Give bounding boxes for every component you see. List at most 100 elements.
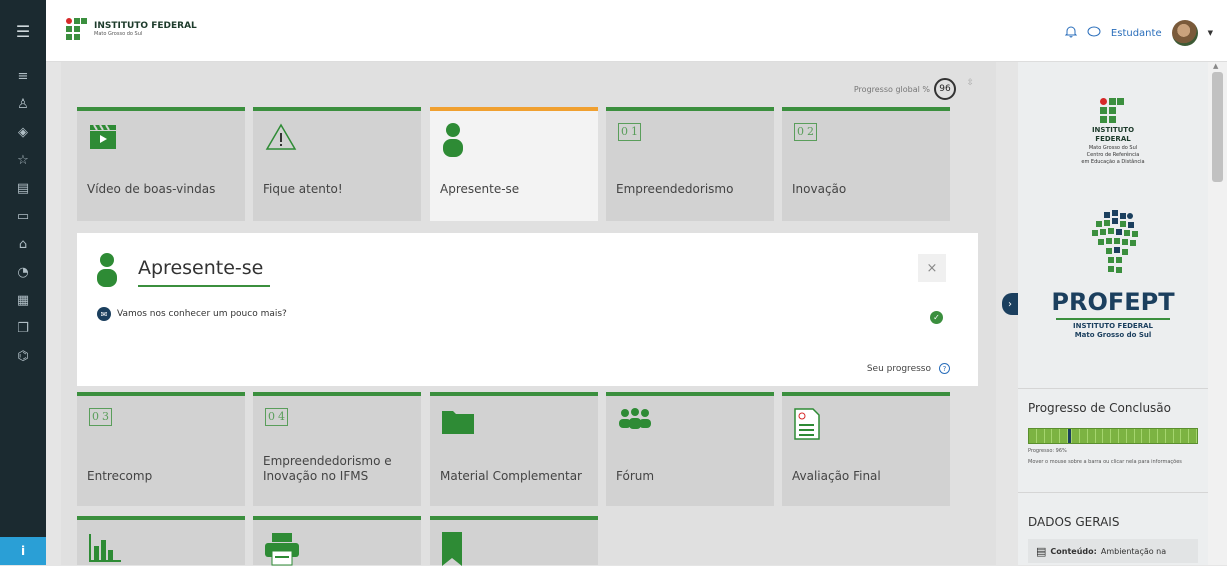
- sort-icon[interactable]: ⇳: [966, 78, 974, 88]
- sidebar-nav: ≡ ♙ ◈ ☆ ▤ ▭ ⌂ ◔ ▦ ❐ ⌬: [0, 62, 46, 370]
- if-cref-1: Centro de Referência: [1086, 152, 1140, 158]
- tile-label: Empreendedorismo: [616, 182, 734, 196]
- top-bar: INSTITUTO FEDERAL Mato Grosso do Sul Est…: [46, 0, 1227, 62]
- tile-empreendedorismo-ifms[interactable]: 04 Empreendedorismo e Inovação no IFMS: [253, 392, 421, 506]
- seu-progresso: Seu progresso ?: [867, 363, 950, 374]
- tile-video-boas-vindas[interactable]: Vídeo de boas-vindas: [77, 107, 245, 221]
- left-sidebar: ☰ ≡ ♙ ◈ ☆ ▤ ▭ ⌂ ◔ ▦ ❐ ⌬ i: [0, 0, 46, 565]
- global-progress-value: 96: [934, 78, 956, 100]
- bell-icon[interactable]: [1064, 25, 1078, 42]
- folder-icon: [442, 408, 474, 438]
- activity-link[interactable]: ✉ Vamos nos conhecer um pouco mais?: [97, 307, 287, 321]
- profept-title: PROFEPT: [1051, 288, 1175, 316]
- book-02-icon: 02: [794, 123, 817, 153]
- book-04-icon: 04: [265, 408, 288, 438]
- conteudo-label: Conteúdo:: [1050, 546, 1097, 556]
- global-progress-label: Progresso global %: [853, 84, 930, 94]
- tile-inovacao[interactable]: 02 Inovação: [782, 107, 950, 221]
- if-cref-2: em Educação a Distância: [1081, 159, 1145, 165]
- info-icon[interactable]: i: [0, 537, 46, 565]
- tile-label: Vídeo de boas-vindas: [87, 182, 216, 196]
- folder-icon[interactable]: ▭: [0, 202, 46, 230]
- calendar-icon[interactable]: ▦: [0, 286, 46, 314]
- brand-name: INSTITUTO FEDERAL: [94, 20, 197, 31]
- menu-icon[interactable]: ☰: [0, 0, 46, 62]
- right-scrollbar[interactable]: ▲: [1208, 62, 1227, 565]
- profept-sub-2: Mato Grosso do Sul: [1074, 331, 1152, 339]
- tile-entrecomp[interactable]: 03 Entrecomp: [77, 392, 245, 506]
- conteudo-row: ▤ Conteúdo: Ambientação na: [1028, 539, 1198, 563]
- scrollbar-thumb[interactable]: [1212, 72, 1223, 182]
- title-underline: [138, 285, 270, 287]
- section-panel: Apresente-se × ✉ Vamos nos conhecer um p…: [77, 233, 978, 386]
- seu-progresso-label: Seu progresso: [866, 363, 931, 374]
- if-logo-icon: [1100, 98, 1124, 123]
- tile-label: Avaliação Final: [792, 469, 881, 483]
- tile-label: Entrecomp: [87, 469, 153, 483]
- tile-label: Empreendedorismo e Inovação no IFMS: [263, 454, 392, 483]
- activity-icon: ✉: [97, 307, 111, 321]
- close-button[interactable]: ×: [918, 254, 946, 282]
- tile-forum[interactable]: Fórum: [606, 392, 774, 506]
- avatar[interactable]: [1171, 20, 1198, 46]
- tile-bar-chart[interactable]: [77, 516, 245, 565]
- profept-divider: [1056, 318, 1170, 320]
- help-icon[interactable]: ?: [939, 363, 950, 374]
- user-name[interactable]: Estudante: [1111, 28, 1162, 39]
- completion-hint: Mover o mouse sobre a barra ou clicar ne…: [1028, 459, 1182, 465]
- dashboard-icon[interactable]: ◔: [0, 258, 46, 286]
- tile-avaliacao-final[interactable]: Avaliação Final: [782, 392, 950, 506]
- institution-logos: INSTITUTO FEDERAL Mato Grosso do Sul Cen…: [1018, 62, 1208, 384]
- chat-icon[interactable]: [1087, 26, 1101, 41]
- if-title-2: FEDERAL: [1095, 135, 1131, 143]
- dados-gerais-title: DADOS GERAIS: [1028, 515, 1120, 529]
- tile-empreendedorismo[interactable]: 01 Empreendedorismo: [606, 107, 774, 221]
- tile-bookmark[interactable]: [430, 516, 598, 566]
- completion-progress-bar[interactable]: [1028, 428, 1198, 444]
- content-list-icon: ▤: [1036, 544, 1047, 558]
- warning-icon: [265, 123, 297, 153]
- activity-label[interactable]: Vamos nos conhecer um pouco mais?: [117, 309, 287, 319]
- conteudo-value: Ambientação na: [1100, 546, 1167, 556]
- graduation-icon[interactable]: ⌬: [0, 342, 46, 370]
- completion-title: Progresso de Conclusão: [1028, 401, 1171, 415]
- book-01-icon: 01: [618, 123, 641, 153]
- files-icon[interactable]: ❐: [0, 314, 46, 342]
- if-logo-icon: [66, 18, 87, 40]
- brand-subtitle: Mato Grosso do Sul: [94, 30, 143, 37]
- star-icon[interactable]: ☆: [0, 146, 46, 174]
- person-icon: [442, 123, 464, 157]
- tile-printer[interactable]: [253, 516, 421, 566]
- drawer-toggle-icon[interactable]: ›: [1002, 293, 1018, 315]
- right-blocks: INSTITUTO FEDERAL Mato Grosso do Sul Cen…: [1018, 62, 1208, 565]
- layers-icon[interactable]: ◈: [0, 118, 46, 146]
- document-icon: [794, 408, 820, 440]
- profept-logo-icon: [1092, 210, 1138, 273]
- caret-down-icon[interactable]: ▼: [1208, 29, 1213, 37]
- user-area: Estudante ▼: [1064, 20, 1213, 46]
- global-progress: Progresso global % 96: [854, 78, 956, 100]
- tile-label: Apresente-se: [440, 182, 520, 196]
- bookmark-icon: [442, 532, 462, 566]
- dados-gerais-block: DADOS GERAIS ▤ Conteúdo: Ambientação na: [1018, 492, 1208, 565]
- tile-material-complementar[interactable]: Material Complementar: [430, 392, 598, 506]
- tile-label: Fique atento!: [263, 182, 343, 196]
- if-subtitle: Mato Grosso do Sul: [1088, 145, 1138, 151]
- book-icon[interactable]: ▤: [0, 174, 46, 202]
- scroll-up-icon[interactable]: ▲: [1213, 62, 1218, 70]
- tile-fique-atento[interactable]: Fique atento!: [253, 107, 421, 221]
- group-icon: [618, 408, 652, 438]
- book-03-icon: 03: [89, 408, 112, 438]
- profept-sub-1: INSTITUTO FEDERAL: [1073, 322, 1153, 330]
- person-icon: [97, 253, 117, 287]
- site-logo[interactable]: INSTITUTO FEDERAL Mato Grosso do Sul: [66, 18, 197, 40]
- tile-apresente-se[interactable]: Apresente-se: [430, 107, 598, 221]
- section-title: Apresente-se: [138, 257, 264, 279]
- completion-check-icon[interactable]: ✓: [930, 311, 943, 324]
- completion-percent: Progresso: 96%: [1028, 448, 1067, 454]
- list-icon[interactable]: ≡: [0, 62, 46, 90]
- tile-label: Inovação: [792, 182, 847, 196]
- home-icon[interactable]: ⌂: [0, 230, 46, 258]
- users-icon[interactable]: ♙: [0, 90, 46, 118]
- clapperboard-icon: [89, 123, 117, 153]
